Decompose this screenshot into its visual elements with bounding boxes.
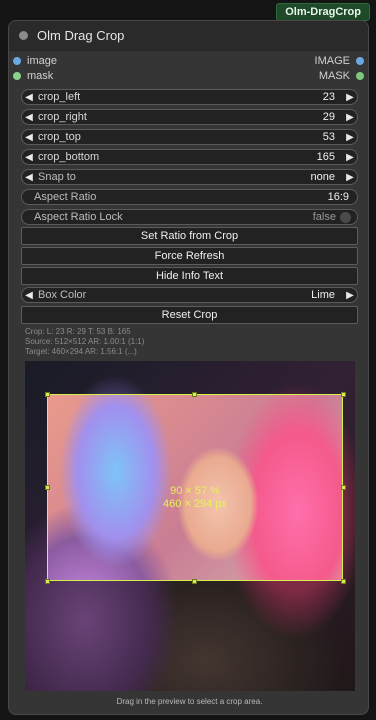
crop-bottom-widget[interactable]: ◀ crop_bottom 165 ▶ [21, 149, 358, 165]
output-connector-icon[interactable] [356, 57, 364, 65]
crop-pixel-label: 460 × 294 px [163, 498, 227, 510]
crop-info-line: Crop: L: 23 R: 29 T: 53 B: 165 [25, 327, 131, 336]
drag-crop-node[interactable]: Olm Drag Crop image mask IMAGE MASK ◀ cr… [8, 20, 369, 715]
widget-value: 165 [316, 151, 335, 163]
increment-arrow-icon[interactable]: ▶ [343, 152, 357, 163]
decrement-arrow-icon[interactable]: ◀ [22, 152, 36, 163]
crop-handle-left[interactable] [45, 485, 50, 490]
input-slot-image[interactable]: image [13, 55, 57, 67]
crop-handle-bottom[interactable] [192, 579, 197, 584]
widget-value: Lime [311, 289, 335, 301]
widget-label: Box Color [38, 289, 87, 301]
previous-arrow-icon[interactable]: ◀ [22, 290, 36, 301]
crop-selection-box[interactable]: 90 × 57 % 460 × 294 px [47, 394, 343, 581]
widget-label: crop_left [38, 91, 81, 103]
input-connector-icon[interactable] [13, 57, 21, 65]
widget-value: false [312, 211, 336, 223]
crop-handle-right[interactable] [341, 485, 346, 490]
decrement-arrow-icon[interactable]: ◀ [22, 92, 36, 103]
input-label: image [27, 55, 57, 67]
widget-label: Aspect Ratio Lock [34, 211, 123, 223]
next-arrow-icon[interactable]: ▶ [343, 290, 357, 301]
force-refresh-button[interactable]: Force Refresh [21, 247, 358, 265]
input-label: mask [27, 70, 54, 82]
target-info-line: Target: 460×294 AR: 1.56:1 (...) [25, 347, 137, 356]
aspect-ratio-field[interactable]: Aspect Ratio 16:9 [21, 189, 358, 205]
box-color-combo[interactable]: ◀ Box Color Lime ▶ [21, 287, 358, 303]
widget-value: 29 [322, 111, 335, 123]
increment-arrow-icon[interactable]: ▶ [343, 132, 357, 143]
crop-left-widget[interactable]: ◀ crop_left 23 ▶ [21, 89, 358, 105]
decrement-arrow-icon[interactable]: ◀ [22, 112, 36, 123]
collapse-dot-icon[interactable] [19, 31, 28, 40]
output-connector-icon[interactable] [356, 72, 364, 80]
output-label: IMAGE [314, 55, 350, 67]
output-slot-image[interactable]: IMAGE [315, 55, 364, 67]
widget-label: crop_top [38, 131, 81, 143]
increment-arrow-icon[interactable]: ▶ [343, 112, 357, 123]
crop-handle-top-left[interactable] [45, 392, 50, 397]
crop-handle-bottom-right[interactable] [341, 579, 346, 584]
node-title-bar[interactable]: Olm Drag Crop [9, 21, 368, 51]
increment-arrow-icon[interactable]: ▶ [343, 92, 357, 103]
node-type-badge: Olm-DragCrop [276, 3, 370, 21]
widget-value: 53 [322, 131, 335, 143]
output-label: MASK [318, 70, 350, 82]
widget-label: crop_bottom [38, 151, 100, 163]
aspect-ratio-lock-toggle[interactable]: Aspect Ratio Lock false [21, 209, 358, 225]
previous-arrow-icon[interactable]: ◀ [22, 172, 36, 183]
crop-handle-top-right[interactable] [341, 392, 346, 397]
crop-handle-top[interactable] [192, 392, 197, 397]
input-connector-icon[interactable] [13, 72, 21, 80]
snap-to-combo[interactable]: ◀ Snap to none ▶ [21, 169, 358, 185]
widget-value: 23 [322, 91, 335, 103]
crop-right-widget[interactable]: ◀ crop_right 29 ▶ [21, 109, 358, 125]
node-title: Olm Drag Crop [37, 28, 125, 43]
output-slot-mask[interactable]: MASK [319, 70, 364, 82]
source-info-line: Source: 512×512 AR: 1.00:1 (1:1) [25, 337, 145, 346]
crop-handle-bottom-left[interactable] [45, 579, 50, 584]
toggle-knob-icon[interactable] [340, 211, 351, 223]
decrement-arrow-icon[interactable]: ◀ [22, 132, 36, 143]
widget-value: 16:9 [327, 191, 349, 203]
set-ratio-from-crop-button[interactable]: Set Ratio from Crop [21, 227, 358, 245]
preview-hint: Drag in the preview to select a crop are… [116, 697, 263, 706]
crop-top-widget[interactable]: ◀ crop_top 53 ▶ [21, 129, 358, 145]
crop-preview-area[interactable]: 90 × 57 % 460 × 294 px [25, 361, 355, 691]
widget-label: crop_right [38, 111, 87, 123]
crop-percent-label: 90 × 57 % [170, 485, 220, 497]
widget-label: Snap to [38, 171, 76, 183]
hide-info-text-button[interactable]: Hide Info Text [21, 267, 358, 285]
next-arrow-icon[interactable]: ▶ [343, 172, 357, 183]
input-slot-mask[interactable]: mask [13, 70, 53, 82]
reset-crop-button[interactable]: Reset Crop [21, 306, 358, 324]
widget-value: none [310, 171, 335, 183]
widget-label: Aspect Ratio [34, 191, 97, 203]
